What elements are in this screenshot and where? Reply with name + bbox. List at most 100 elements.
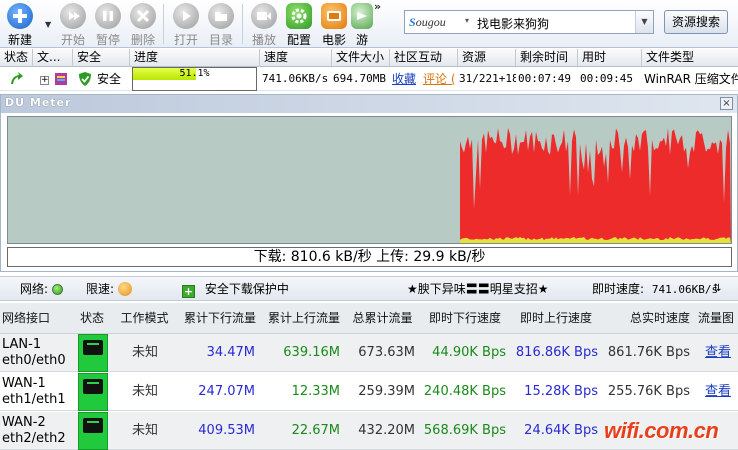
start-button[interactable]: 开始	[55, 2, 91, 47]
down-total: 247.07M	[198, 384, 255, 399]
col-up-speed: 即时上行速度	[519, 311, 592, 325]
speed-limit[interactable]: 限速:	[86, 277, 132, 301]
config-button[interactable]: 配置	[281, 2, 317, 47]
video-icon	[251, 3, 277, 29]
play-icon	[173, 3, 199, 29]
col-safety[interactable]: 安全	[73, 49, 130, 67]
col-total: 总累计流量	[352, 311, 413, 325]
gear-icon	[286, 3, 312, 29]
col-elapsed[interactable]: 用时	[578, 49, 642, 67]
interface-name: WAN-2 eth2/eth2	[2, 415, 66, 446]
col-progress[interactable]: 进度	[130, 49, 260, 67]
folder-button[interactable]: 目录	[203, 2, 239, 47]
work-mode: 未知	[132, 384, 159, 399]
down-speed: 44.90K Bps	[432, 345, 506, 360]
game-button[interactable]: 游	[350, 2, 374, 47]
up-speed: 816.86K Bps	[515, 345, 598, 360]
play-icon	[60, 3, 86, 29]
speed-limit-icon[interactable]	[117, 282, 132, 296]
sougou-logo[interactable]: Sougou	[409, 15, 446, 30]
col-community[interactable]: 社区互动	[390, 49, 458, 67]
progress-bar: 51.1%	[132, 67, 257, 91]
network-table-header: 网络接口 状态 工作模式 累计下行流量 累计上行流量 总累计流量 即时下行速度 …	[0, 303, 738, 334]
search-box[interactable]: Sougou ▾ 找电影来狗狗 ▼	[404, 10, 654, 34]
interface-name: LAN-1 eth0/eth0	[2, 337, 66, 368]
new-button[interactable]: 新建	[2, 2, 38, 47]
plus-icon	[7, 3, 33, 29]
view-graph-link[interactable]: 查看	[705, 334, 731, 372]
toolbar-separator	[163, 4, 164, 44]
du-meter-title: DU Meter	[5, 96, 72, 109]
col-net-status: 状态	[79, 311, 104, 325]
col-filetype[interactable]: 文件类型	[642, 49, 738, 67]
toggle-arrow-icon[interactable]: ⇅	[713, 277, 721, 301]
du-meter-panel: DU Meter × 下载: 810.6 kB/秒 上传: 29.9 kB/秒	[0, 94, 738, 272]
new-dropdown-arrow[interactable]: ▼	[45, 20, 51, 29]
col-remaining[interactable]: 剩余时间	[516, 49, 578, 67]
col-graph: 流量图	[697, 311, 734, 325]
game-icon	[351, 3, 373, 29]
play-media-button[interactable]: 播放	[246, 2, 282, 47]
work-mode: 未知	[132, 345, 159, 360]
network-ok-icon	[51, 284, 63, 295]
col-resources[interactable]: 资源	[458, 49, 516, 67]
speed-value: 741.06KB/s	[262, 72, 329, 85]
du-meter-close-button[interactable]: ×	[720, 97, 733, 110]
total-speed: 861.76K Bps	[607, 345, 690, 360]
view-graph-link[interactable]: 查看	[705, 373, 731, 411]
delete-icon	[130, 3, 156, 29]
elapsed-value: 00:09:45	[580, 72, 633, 85]
col-down-total: 累计下行流量	[183, 311, 256, 325]
favorite-link[interactable]: 收藏	[392, 67, 420, 91]
download-row[interactable]: + 安全 51.1% 741.06KB/s 694.70MB 收藏 评论 ( 3…	[0, 67, 738, 91]
up-total: 12.33M	[291, 384, 340, 399]
interface-name: WAN-1 eth1/eth1	[2, 376, 66, 407]
open-button[interactable]: 打开	[168, 2, 204, 47]
download-protection[interactable]: + 安全下载保护中	[182, 277, 289, 301]
up-total: 22.67M	[291, 423, 340, 438]
col-up-total: 累计上行流量	[267, 311, 340, 325]
movie-button[interactable]: 电影	[316, 2, 352, 47]
toolbar-more-chevron-icon[interactable]: »	[374, 0, 381, 13]
search-dropdown-button[interactable]: ▼	[635, 11, 653, 33]
ad-text[interactable]: ★腴下异味〓〓明星支招★	[407, 277, 549, 301]
col-total-speed: 总实时速度	[629, 311, 690, 325]
col-file[interactable]: 文...	[33, 49, 73, 67]
search-input[interactable]: 找电影来狗狗	[477, 15, 549, 32]
total-speed: 255.76K Bps	[607, 384, 690, 399]
total: 432.20M	[358, 423, 415, 438]
work-mode: 未知	[132, 423, 159, 438]
download-list-header: 状态 文... 安全 进度 速度 文件大小 社区互动 资源 剩余时间 用时 文件…	[0, 49, 738, 67]
download-traffic-area	[460, 128, 731, 243]
tv-icon	[321, 3, 347, 29]
delete-button[interactable]: 删除	[125, 2, 161, 47]
up-total: 639.16M	[283, 345, 340, 360]
total: 673.63M	[358, 345, 415, 360]
protection-plus-icon: +	[182, 285, 195, 298]
pause-button[interactable]: 暂停	[90, 2, 126, 47]
rar-file-icon	[53, 67, 69, 91]
safety-status: 安全	[97, 72, 122, 86]
network-port-icon	[78, 412, 108, 450]
col-status[interactable]: 状态	[0, 49, 33, 67]
up-speed: 24.64K Bps	[524, 423, 598, 438]
comment-link[interactable]: 评论 (	[423, 67, 458, 91]
network-row-wan1[interactable]: WAN-1 eth1/eth1 未知 247.07M 12.33M 259.39M…	[0, 373, 738, 411]
col-speed[interactable]: 速度	[260, 49, 332, 67]
col-size[interactable]: 文件大小	[332, 49, 390, 67]
down-speed: 568.69K Bps	[423, 423, 506, 438]
col-down-speed: 即时下行速度	[428, 311, 501, 325]
status-bar: 网络: 限速: + 安全下载保护中 ★腴下异味〓〓明星支招★ 即时速度: 741…	[0, 276, 738, 301]
network-row-lan1[interactable]: LAN-1 eth0/eth0 未知 34.47M 639.16M 673.63M…	[0, 334, 738, 372]
du-meter-readout: 下载: 810.6 kB/秒 上传: 29.9 kB/秒	[7, 247, 732, 267]
col-interface: 网络接口	[2, 311, 51, 325]
remaining-value: 00:07:49	[518, 72, 571, 85]
du-meter-titlebar: DU Meter ×	[1, 95, 737, 113]
toolbar: 新建 ▼ 开始 暂停 删除 打开 目录 播放 配置 电影 游 » Sougou …	[0, 0, 738, 48]
total: 259.39M	[358, 384, 415, 399]
engine-dropdown-icon[interactable]: ▾	[465, 16, 469, 25]
expand-toggle[interactable]: +	[40, 67, 50, 91]
resource-search-button[interactable]: 资源搜索	[664, 10, 728, 34]
down-speed: 240.48K Bps	[423, 384, 506, 399]
traffic-graph	[7, 116, 732, 244]
